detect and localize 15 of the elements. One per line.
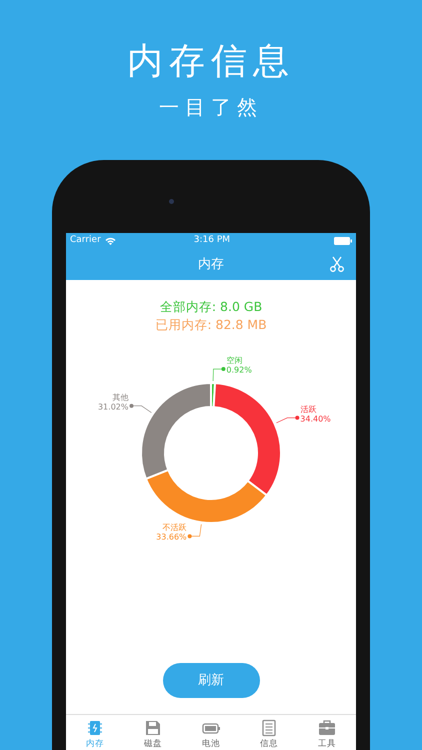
slice-label: 空闲 bbox=[226, 356, 242, 366]
promo-title: 内存信息 bbox=[126, 42, 296, 82]
clock: 3:16 PM bbox=[192, 234, 232, 248]
slice-value: 31.02% bbox=[98, 402, 128, 412]
carrier-label: Carrier bbox=[70, 234, 101, 248]
slice-label: 其他 bbox=[112, 392, 128, 402]
slice-label: 不活跃 bbox=[162, 523, 187, 532]
memory-summary: 全部内存: 8.0 GB bbox=[160, 299, 262, 314]
slice-value: 33.66% bbox=[156, 532, 187, 542]
nav-title: 内存 bbox=[198, 256, 224, 274]
slice-label: 活跃 bbox=[300, 404, 316, 414]
slice-value: 34.40% bbox=[300, 414, 331, 424]
slice-value: 0.92% bbox=[226, 366, 252, 375]
memory-summary: 已用内存: 82.8 MB bbox=[155, 317, 267, 332]
promo-subtitle: 一目了然 bbox=[158, 96, 264, 118]
